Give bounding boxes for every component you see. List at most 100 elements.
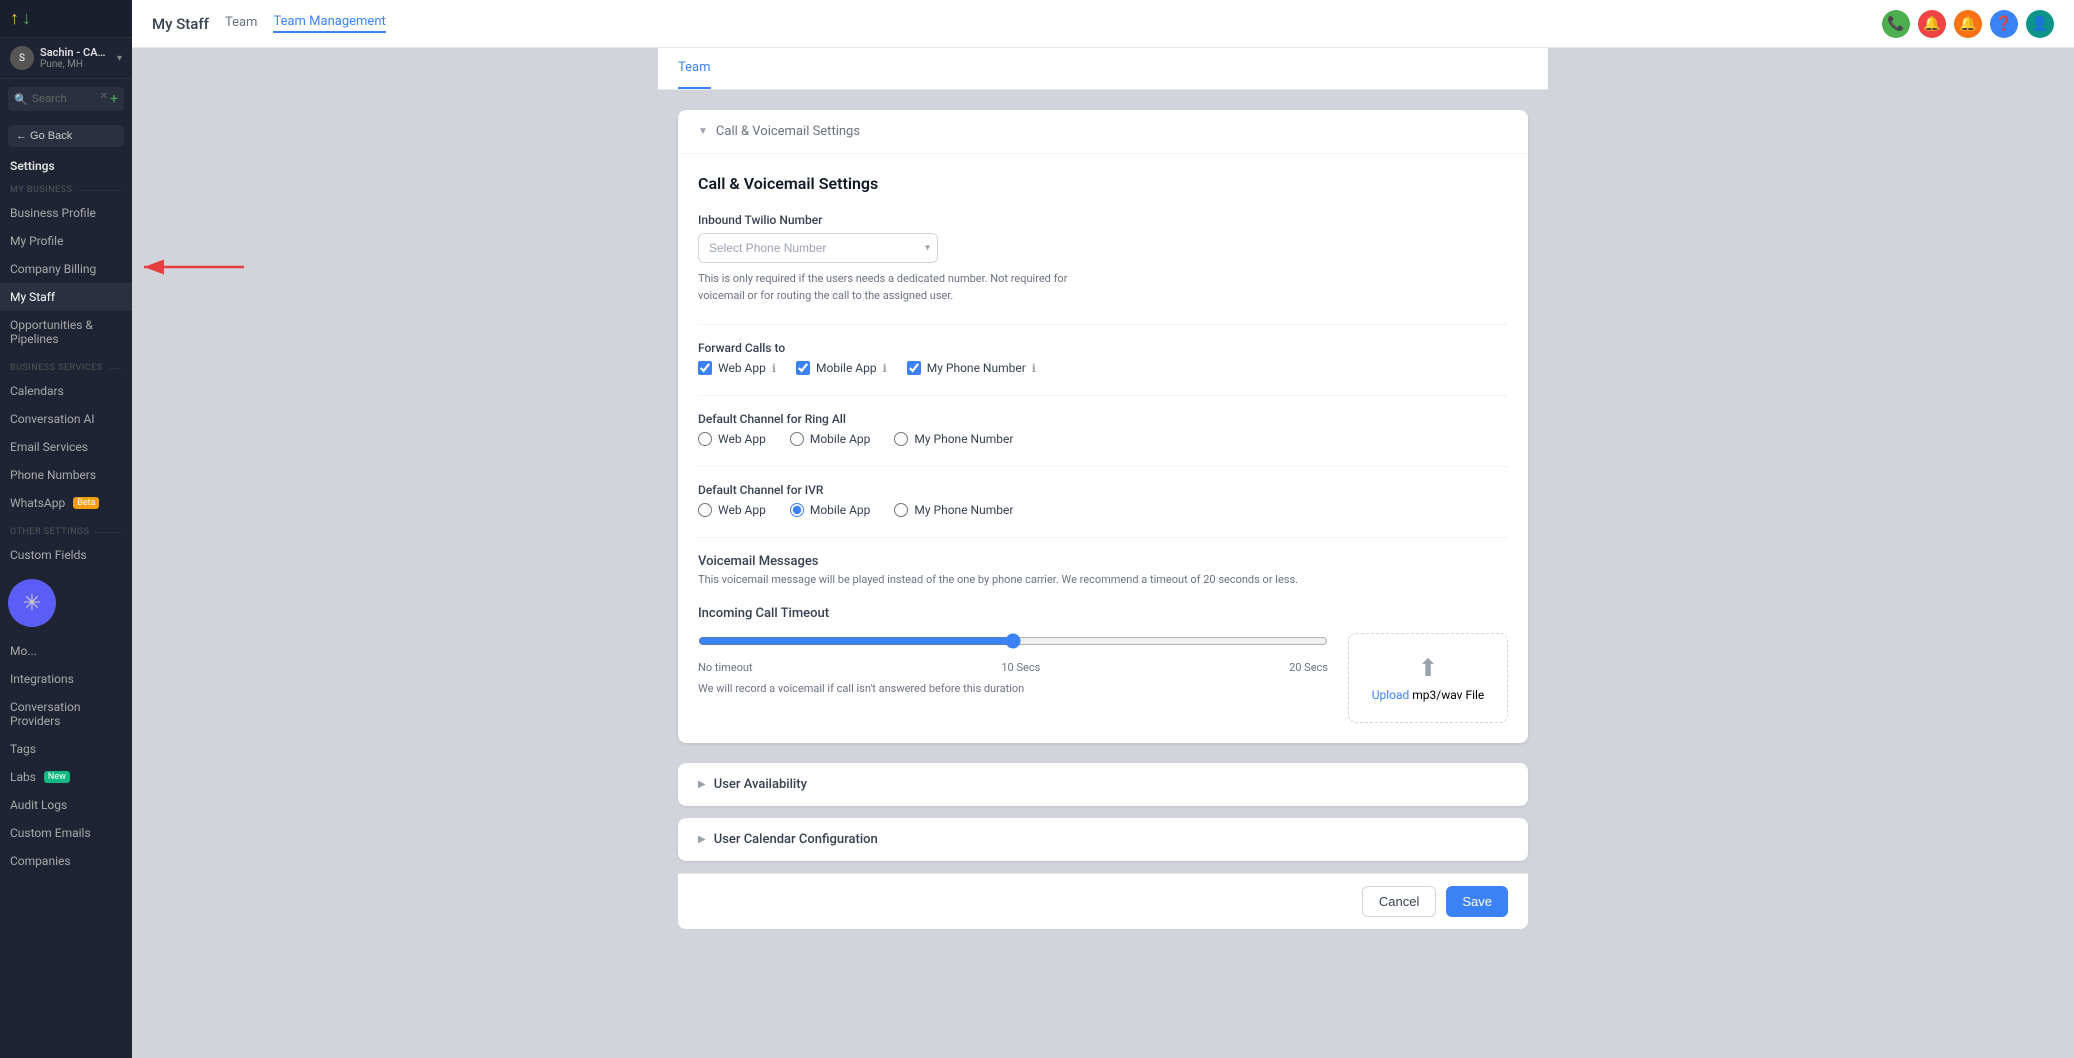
ring-mobile-app-radio[interactable] — [790, 432, 804, 446]
sidebar-item-tags[interactable]: Tags — [0, 735, 132, 763]
other-settings-section: OTHER SETTINGS — [0, 517, 132, 541]
forward-mobile-app-label: Mobile App — [816, 361, 877, 375]
user-calendar-header[interactable]: ▶ User Calendar Configuration — [678, 818, 1528, 861]
ivr-label: Default Channel for IVR — [698, 483, 1508, 497]
sidebar-item-labs[interactable]: Labs New — [0, 763, 132, 791]
search-add-icon[interactable]: + — [110, 91, 118, 107]
ring-all-radios: Web App Mobile App My Phone Number — [698, 432, 1508, 446]
business-services-section: BUSINESS SERVICES — [0, 353, 132, 377]
cancel-button[interactable]: Cancel — [1362, 886, 1436, 917]
timeout-section: Incoming Call Timeout No timeout 10 Secs… — [698, 606, 1508, 723]
ivr-my-phone-radio[interactable] — [894, 503, 908, 517]
phone-icon-btn[interactable]: 📞 — [1882, 10, 1910, 38]
forward-web-app[interactable]: Web App ℹ — [698, 361, 776, 375]
ivr-mobile-app-radio[interactable] — [790, 503, 804, 517]
sidebar-top: ↑ ↓ — [0, 0, 132, 38]
sidebar-item-audit-logs[interactable]: Audit Logs — [0, 791, 132, 819]
sidebar-label: Business Profile — [10, 206, 96, 220]
sidebar-item-business-profile[interactable]: Business Profile — [0, 199, 132, 227]
ivr-web-app-radio[interactable] — [698, 503, 712, 517]
ring-web-app-label: Web App — [718, 432, 766, 446]
divider-3 — [698, 466, 1508, 467]
forward-mobile-app[interactable]: Mobile App ℹ — [796, 361, 887, 375]
sidebar-item-email-services[interactable]: Email Services — [0, 433, 132, 461]
search-input[interactable] — [32, 93, 96, 105]
search-clear-icon[interactable]: ✕ — [100, 91, 108, 107]
upload-file-type: mp3/wav File — [1412, 688, 1484, 702]
logo: ↑ ↓ — [10, 8, 31, 29]
sidebar-label: Integrations — [10, 672, 74, 686]
sidebar-label: Calendars — [10, 384, 64, 398]
ring-mobile-app[interactable]: Mobile App — [790, 432, 871, 446]
section-nav-label: Call & Voicemail Settings — [716, 124, 860, 139]
upload-area[interactable]: ⬆ Upload mp3/wav File — [1348, 633, 1508, 723]
sidebar-item-mo[interactable]: Mo... — [0, 637, 132, 665]
sidebar-item-my-staff[interactable]: My Staff — [0, 283, 132, 311]
ai-button[interactable]: ✳ — [8, 579, 56, 627]
sidebar-item-my-profile[interactable]: My Profile — [0, 227, 132, 255]
modal-footer: Cancel Save — [678, 873, 1528, 929]
sidebar-item-conversation-providers[interactable]: Conversation Providers — [0, 693, 132, 735]
timeout-slider[interactable] — [698, 633, 1328, 649]
user-icon-btn[interactable]: 👤 — [2026, 10, 2054, 38]
user-availability-header[interactable]: ▶ User Availability — [678, 763, 1528, 806]
forward-my-phone-label: My Phone Number — [927, 361, 1026, 375]
sidebar-item-company-billing[interactable]: Company Billing — [0, 255, 132, 283]
inbound-helper-text: This is only required if the users needs… — [698, 271, 1098, 304]
chevron-right-icon-2: ▶ — [698, 834, 706, 845]
ring-my-phone[interactable]: My Phone Number — [894, 432, 1013, 446]
content-wrapper: Team ▼ Call & Voicemail Settings Call & … — [658, 48, 1548, 1058]
tab-team-inner[interactable]: Team — [678, 48, 711, 89]
forward-web-app-label: Web App — [718, 361, 766, 375]
sidebar-item-whatsapp[interactable]: WhatsApp Beta — [0, 489, 132, 517]
forward-my-phone-checkbox[interactable] — [907, 361, 921, 375]
sidebar-label: Conversation Providers — [10, 700, 122, 728]
user-info[interactable]: S Sachin - CAFE PETER Pune, MH ▾ — [0, 38, 132, 79]
mobile-app-info-icon[interactable]: ℹ — [883, 362, 887, 375]
ivr-web-app[interactable]: Web App — [698, 503, 766, 517]
sidebar-item-calendars[interactable]: Calendars — [0, 377, 132, 405]
user-calendar-label: User Calendar Configuration — [714, 832, 878, 847]
ivr-my-phone[interactable]: My Phone Number — [894, 503, 1013, 517]
ivr-radios: Web App Mobile App My Phone Number — [698, 503, 1508, 517]
sidebar-label: Phone Numbers — [10, 468, 96, 482]
ivr-web-app-label: Web App — [718, 503, 766, 517]
go-back-button[interactable]: ← Go Back — [8, 125, 124, 147]
save-button[interactable]: Save — [1446, 886, 1508, 917]
alert-icon-btn[interactable]: 🔔 — [1954, 10, 1982, 38]
slider-label-20secs: 20 Secs — [1289, 661, 1328, 674]
forward-web-app-checkbox[interactable] — [698, 361, 712, 375]
sidebar-label: Email Services — [10, 440, 88, 454]
inbound-twilio-group: Inbound Twilio Number Select Phone Numbe… — [698, 213, 1508, 304]
main-area: My Staff Team Team Management 📞 🔔 🔔 ❓ 👤 … — [132, 0, 2074, 1058]
sidebar-item-custom-emails[interactable]: Custom Emails — [0, 819, 132, 847]
ring-web-app-radio[interactable] — [698, 432, 712, 446]
my-phone-info-icon[interactable]: ℹ — [1032, 362, 1036, 375]
ai-icon: ✳ — [23, 591, 41, 616]
user-location: Pune, MH — [40, 59, 111, 70]
logo-arrow-up-icon: ↑ — [10, 8, 19, 29]
call-voicemail-header[interactable]: ▼ Call & Voicemail Settings — [678, 110, 1528, 154]
sidebar-item-custom-fields[interactable]: Custom Fields — [0, 541, 132, 569]
ring-web-app[interactable]: Web App — [698, 432, 766, 446]
tab-team[interactable]: Team — [225, 15, 258, 32]
forward-mobile-app-checkbox[interactable] — [796, 361, 810, 375]
sidebar: ↑ ↓ S Sachin - CAFE PETER Pune, MH ▾ 🔍 ✕… — [0, 0, 132, 1058]
inner-tab-bar: Team — [658, 48, 1548, 90]
sidebar-item-conversation-ai[interactable]: Conversation AI — [0, 405, 132, 433]
sidebar-item-phone-numbers[interactable]: Phone Numbers — [0, 461, 132, 489]
ivr-mobile-app-label: Mobile App — [810, 503, 871, 517]
sidebar-item-companies[interactable]: Companies — [0, 847, 132, 875]
forward-my-phone[interactable]: My Phone Number ℹ — [907, 361, 1036, 375]
tab-team-management[interactable]: Team Management — [273, 14, 385, 33]
sidebar-label: Custom Emails — [10, 826, 91, 840]
phone-number-select[interactable]: Select Phone Number — [698, 233, 938, 263]
upload-link[interactable]: Upload — [1372, 688, 1410, 702]
ivr-mobile-app[interactable]: Mobile App — [790, 503, 871, 517]
notification-icon-btn[interactable]: 🔔 — [1918, 10, 1946, 38]
help-icon-btn[interactable]: ❓ — [1990, 10, 2018, 38]
sidebar-item-integrations[interactable]: Integrations — [0, 665, 132, 693]
sidebar-item-opportunities-pipelines[interactable]: Opportunities & Pipelines — [0, 311, 132, 353]
web-app-info-icon[interactable]: ℹ — [772, 362, 776, 375]
ring-my-phone-radio[interactable] — [894, 432, 908, 446]
